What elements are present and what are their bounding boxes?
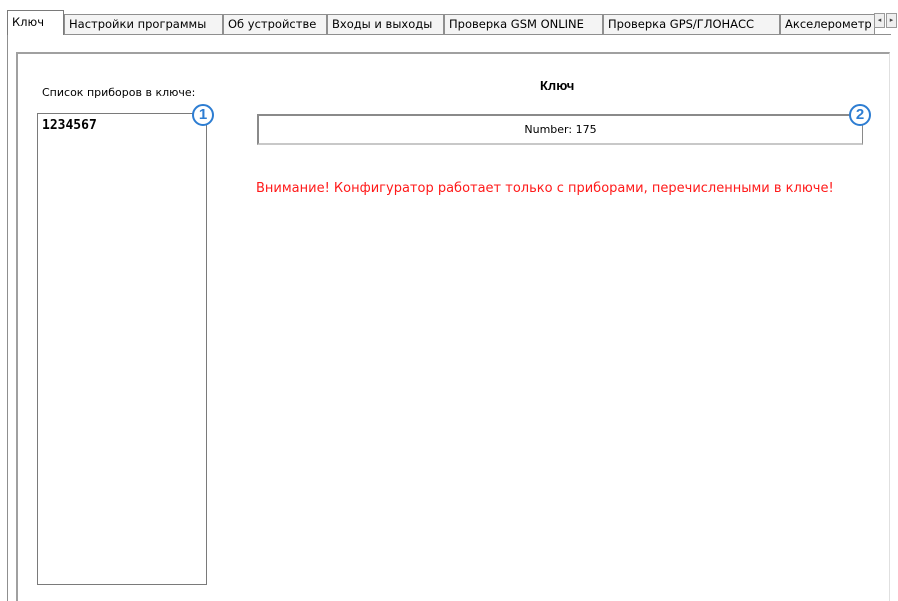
tab-label: Акселерометр: [785, 17, 872, 31]
tab-label: Проверка GPS/ГЛОНАСС: [608, 17, 755, 31]
chevron-right-icon: ▸: [889, 16, 894, 24]
tab-label: Входы и выходы: [332, 17, 433, 31]
tab-program-settings[interactable]: Настройки программы: [64, 14, 223, 34]
tab-scroll-right-button[interactable]: ▸: [886, 13, 897, 28]
device-list-label: Список приборов в ключе:: [42, 86, 196, 99]
tab-label: Настройки программы: [69, 17, 207, 31]
callout-badge-1: 1: [192, 104, 214, 126]
tab-key[interactable]: Ключ: [7, 10, 64, 35]
tab-strip: Ключ Настройки программы Об устройстве В…: [0, 0, 898, 35]
device-list[interactable]: 1234567: [37, 113, 207, 585]
tab-scroll-left-button[interactable]: ◂: [874, 13, 885, 28]
tab-label: Проверка GSM ONLINE: [449, 17, 584, 31]
tab-accelerometer[interactable]: Акселерометр: [780, 14, 875, 34]
list-item[interactable]: 1234567: [42, 118, 97, 133]
tab-gps-glonass[interactable]: Проверка GPS/ГЛОНАСС: [603, 14, 780, 34]
tab-inputs-outputs[interactable]: Входы и выходы: [327, 14, 444, 34]
tab-label: Об устройстве: [228, 17, 317, 31]
callout-badge-2: 2: [849, 104, 871, 126]
chevron-left-icon: ◂: [877, 16, 882, 24]
tab-about-device[interactable]: Об устройстве: [223, 14, 327, 34]
key-title: Ключ: [540, 78, 575, 93]
key-number-field: Number: 175: [257, 114, 863, 145]
tab-gsm-online[interactable]: Проверка GSM ONLINE: [444, 14, 603, 34]
warning-message: Внимание! Конфигуратор работает только с…: [256, 181, 834, 196]
tab-label: Ключ: [12, 15, 44, 29]
